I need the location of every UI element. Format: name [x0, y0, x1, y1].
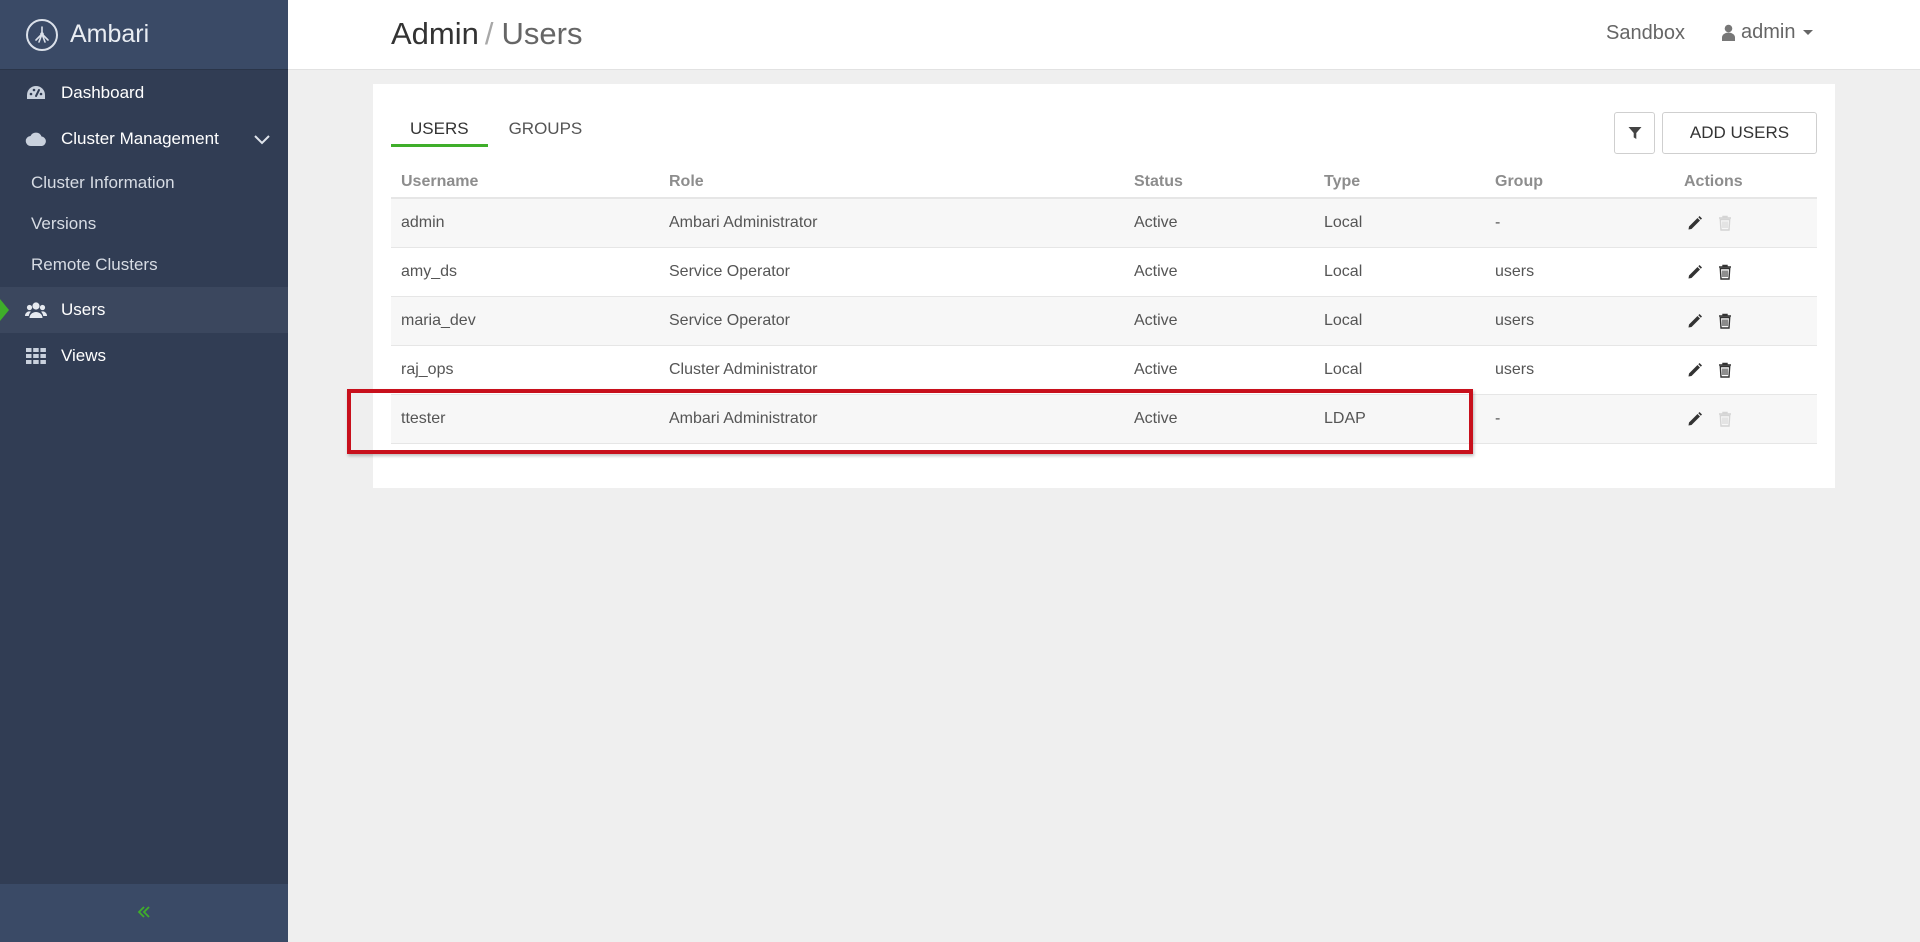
- collapse-sidebar-button[interactable]: [0, 884, 288, 942]
- cell-actions: [1674, 394, 1817, 444]
- cell-type: Local: [1314, 247, 1485, 297]
- app-name: Ambari: [70, 20, 150, 48]
- column-header-actions: Actions: [1674, 156, 1817, 199]
- users-panel: USERS GROUPS ADD USERS Username Role Sta…: [373, 84, 1835, 488]
- sidebar-item-cluster-management[interactable]: Cluster Management: [0, 116, 288, 162]
- tab-users[interactable]: USERS: [391, 117, 488, 147]
- cloud-icon: [25, 128, 47, 150]
- sidebar-item-label: Users: [61, 300, 106, 319]
- table-row: maria_dev Service Operator Active Local …: [391, 296, 1817, 346]
- tab-groups[interactable]: GROUPS: [490, 117, 602, 147]
- delete-icon: [1714, 408, 1736, 430]
- cell-type: Local: [1314, 345, 1485, 395]
- column-header-role[interactable]: Role: [659, 156, 1124, 199]
- double-chevron-left-icon: [136, 900, 152, 926]
- sidebar-subitem-cluster-information[interactable]: Cluster Information: [0, 162, 288, 203]
- cell-status: Active: [1124, 198, 1314, 248]
- table-row: raj_ops Cluster Administrator Active Loc…: [391, 345, 1817, 395]
- users-table: Username Role Status Type Group Actions …: [391, 156, 1817, 444]
- cell-role: Service Operator: [659, 247, 1124, 297]
- delete-icon: [1714, 212, 1736, 234]
- tab-bar: USERS GROUPS: [391, 117, 601, 147]
- sidebar-item-label: Cluster Management: [61, 129, 219, 148]
- column-header-status[interactable]: Status: [1124, 156, 1314, 199]
- user-icon: [1722, 24, 1735, 41]
- top-bar: Admin / Users Sandbox admin: [288, 0, 1920, 70]
- breadcrumb: Admin / Users: [391, 16, 582, 52]
- cell-group: -: [1485, 394, 1674, 444]
- breadcrumb-root[interactable]: Admin: [391, 16, 479, 51]
- sidebar-item-label: Dashboard: [61, 83, 145, 102]
- cell-actions: [1674, 198, 1817, 248]
- sidebar-subitem-versions[interactable]: Versions: [0, 203, 288, 244]
- chevron-down-icon[interactable]: [252, 129, 272, 149]
- sidebar-item-dashboard[interactable]: Dashboard: [0, 70, 288, 116]
- cell-role: Cluster Administrator: [659, 345, 1124, 395]
- users-icon: [25, 299, 47, 321]
- table-row: amy_ds Service Operator Active Local use…: [391, 247, 1817, 297]
- sidebar-item-label: Views: [61, 346, 107, 365]
- cell-actions: [1674, 296, 1817, 346]
- column-header-group[interactable]: Group: [1485, 156, 1674, 199]
- sidebar: Ambari Dashboard Cluster Management Clus…: [0, 0, 288, 942]
- cell-status: Active: [1124, 247, 1314, 297]
- cell-type: LDAP: [1314, 394, 1485, 444]
- edit-icon[interactable]: [1684, 359, 1706, 381]
- sidebar-item-views[interactable]: Views: [0, 333, 288, 379]
- cell-status: Active: [1124, 296, 1314, 346]
- cell-status: Active: [1124, 345, 1314, 395]
- dashboard-icon: [25, 82, 47, 104]
- cell-group: users: [1485, 296, 1674, 346]
- cell-group: -: [1485, 198, 1674, 248]
- user-menu[interactable]: admin: [1722, 21, 1814, 44]
- edit-icon[interactable]: [1684, 212, 1706, 234]
- cell-username[interactable]: admin: [391, 198, 659, 248]
- column-header-username[interactable]: Username: [391, 156, 659, 199]
- delete-icon[interactable]: [1714, 310, 1736, 332]
- filter-button[interactable]: [1614, 112, 1655, 154]
- breadcrumb-current: Users: [501, 16, 583, 51]
- caret-down-icon: [1803, 30, 1814, 35]
- cell-group: users: [1485, 345, 1674, 395]
- brand[interactable]: Ambari: [0, 0, 288, 70]
- edit-icon[interactable]: [1684, 310, 1706, 332]
- cell-actions: [1674, 247, 1817, 297]
- user-menu-label: admin: [1741, 21, 1796, 43]
- cell-username[interactable]: amy_ds: [391, 247, 659, 297]
- column-header-type[interactable]: Type: [1314, 156, 1485, 199]
- filter-icon: [1628, 126, 1642, 140]
- grid-icon: [25, 345, 47, 367]
- cell-group: users: [1485, 247, 1674, 297]
- cell-actions: [1674, 345, 1817, 395]
- breadcrumb-separator: /: [484, 16, 494, 51]
- cell-username[interactable]: raj_ops: [391, 345, 659, 395]
- add-users-button[interactable]: ADD USERS: [1662, 112, 1817, 154]
- table-row: ttester Ambari Administrator Active LDAP…: [391, 394, 1817, 444]
- cell-role: Ambari Administrator: [659, 198, 1124, 248]
- cell-type: Local: [1314, 198, 1485, 248]
- cell-status: Active: [1124, 394, 1314, 444]
- cell-role: Ambari Administrator: [659, 394, 1124, 444]
- delete-icon[interactable]: [1714, 261, 1736, 283]
- cluster-name-link[interactable]: Sandbox: [1606, 22, 1685, 45]
- delete-icon[interactable]: [1714, 359, 1736, 381]
- table-header-row: Username Role Status Type Group Actions: [391, 156, 1817, 199]
- sidebar-nav: Dashboard Cluster Management Cluster Inf…: [0, 70, 288, 379]
- sidebar-subitem-remote-clusters[interactable]: Remote Clusters: [0, 244, 288, 285]
- ambari-logo-icon: [26, 18, 58, 51]
- cell-type: Local: [1314, 296, 1485, 346]
- edit-icon[interactable]: [1684, 408, 1706, 430]
- edit-icon[interactable]: [1684, 261, 1706, 283]
- cell-username[interactable]: ttester: [391, 394, 659, 444]
- table-row: admin Ambari Administrator Active Local …: [391, 198, 1817, 248]
- cell-role: Service Operator: [659, 296, 1124, 346]
- sidebar-item-users[interactable]: Users: [0, 287, 288, 333]
- cell-username[interactable]: maria_dev: [391, 296, 659, 346]
